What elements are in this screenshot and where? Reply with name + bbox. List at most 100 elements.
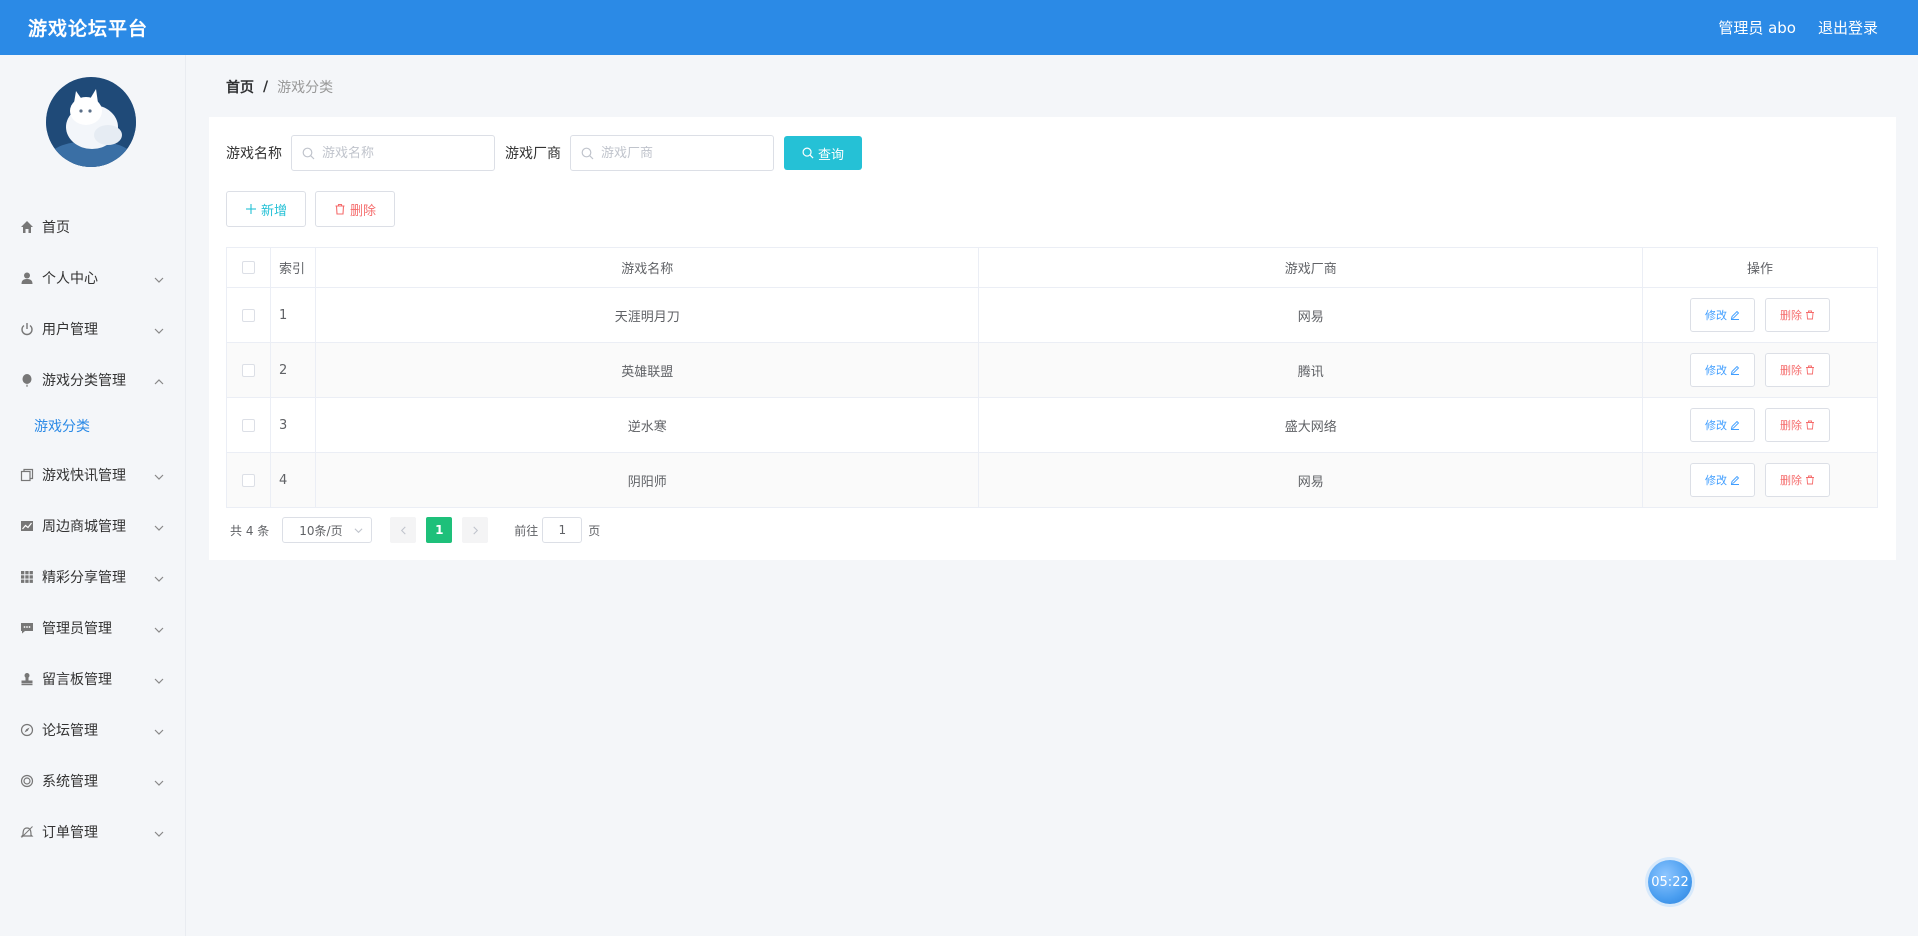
row-operations: 修改 删除: [1642, 397, 1878, 453]
query-button[interactable]: 查询: [784, 136, 862, 170]
row-operations: 修改 删除: [1642, 342, 1878, 398]
sidebar-item-game-news[interactable]: 游戏快讯管理: [0, 449, 186, 500]
game-name-input[interactable]: [322, 145, 482, 161]
game-vendor-label: 游戏厂商: [505, 146, 561, 162]
row-checkbox[interactable]: [241, 473, 255, 487]
batch-delete-button[interactable]: 删除: [315, 191, 395, 227]
header-right: 管理员 abo 退出登录: [1718, 17, 1878, 38]
table-row: 3 逆水寒 盛大网络 修改 删除: [226, 397, 1878, 453]
header-checkbox-cell: [226, 247, 271, 288]
row-checkbox[interactable]: [241, 308, 255, 322]
breadcrumb-home[interactable]: 首页: [226, 77, 254, 97]
row-game-name: 天涯明月刀: [315, 287, 980, 343]
edit-button[interactable]: 修改: [1690, 353, 1756, 387]
chevron-down-icon: [154, 827, 164, 837]
trash-icon: [335, 203, 345, 215]
edit-icon: [1730, 310, 1740, 320]
content-card: 游戏名称 游戏厂商 查询 新增 删除: [209, 117, 1896, 560]
sidebar-item-highlights[interactable]: 精彩分享管理: [0, 551, 186, 602]
chevron-left-icon: [400, 526, 406, 534]
sidebar-item-users[interactable]: 用户管理: [0, 303, 186, 354]
power-icon: [20, 322, 34, 336]
row-game-name: 英雄联盟: [315, 342, 980, 398]
chevron-down-icon: [354, 527, 363, 533]
row-game-vendor: 腾讯: [978, 342, 1644, 398]
sidebar-item-home[interactable]: 首页: [0, 201, 186, 252]
table-row: 2 英雄联盟 腾讯 修改 删除: [226, 342, 1878, 398]
chevron-right-icon: [473, 526, 478, 534]
trash-icon: [1806, 365, 1815, 375]
app-logo-title: 游戏论坛平台: [28, 18, 149, 40]
chevron-down-icon: [154, 776, 164, 786]
sidebar-item-label: 精彩分享管理: [42, 569, 126, 586]
game-vendor-input[interactable]: [601, 145, 761, 161]
sidebar-item-label: 订单管理: [42, 824, 98, 841]
sidebar-item-message-board[interactable]: 留言板管理: [0, 653, 186, 704]
stamp-icon: [20, 672, 34, 686]
goto-page-input[interactable]: [542, 517, 583, 543]
query-button-label: 查询: [817, 146, 844, 162]
sidebar-item-game-category[interactable]: 游戏分类管理: [0, 354, 186, 405]
add-button[interactable]: 新增: [226, 191, 306, 227]
sidebar: 首页 个人中心 用户管理 游戏分类管理 游戏分类 游戏快讯管理 周边商城管理 精…: [0, 55, 186, 936]
sidebar-item-label: 管理员管理: [42, 620, 112, 637]
header-game-name: 游戏名称: [315, 247, 980, 288]
sidebar-item-orders[interactable]: 订单管理: [0, 806, 186, 857]
sidebar-item-profile[interactable]: 个人中心: [0, 252, 186, 303]
edit-button-label: 修改: [1705, 420, 1728, 432]
sidebar-item-merch-shop[interactable]: 周边商城管理: [0, 500, 186, 551]
row-checkbox-cell: [226, 342, 271, 398]
chevron-down-icon: [154, 674, 164, 684]
action-toolbar: 新增 删除: [226, 191, 395, 227]
search-icon: [581, 147, 594, 160]
sidebar-item-label: 留言板管理: [42, 671, 112, 688]
game-vendor-field[interactable]: [570, 135, 774, 171]
search-icon: [802, 147, 814, 159]
game-name-field[interactable]: [291, 135, 495, 171]
row-checkbox[interactable]: [241, 363, 255, 377]
trash-icon: [1806, 420, 1815, 430]
sidebar-item-label: 游戏快讯管理: [42, 467, 126, 484]
row-index: 3: [270, 397, 316, 453]
sidebar-item-admins[interactable]: 管理员管理: [0, 602, 186, 653]
next-page-button[interactable]: [462, 517, 489, 543]
pagination-total: 共 4 条: [230, 523, 270, 538]
row-checkbox[interactable]: [241, 418, 255, 432]
edit-button[interactable]: 修改: [1690, 463, 1756, 497]
sidebar-item-label: 首页: [42, 219, 70, 236]
search-icon: [302, 147, 315, 160]
compass-icon: [20, 723, 34, 737]
select-all-checkbox[interactable]: [241, 261, 255, 274]
edit-button[interactable]: 修改: [1690, 298, 1756, 332]
header-index: 索引: [270, 247, 316, 288]
row-game-name: 阴阳师: [315, 452, 980, 508]
delete-button[interactable]: 删除: [1765, 463, 1831, 497]
delete-button[interactable]: 删除: [1765, 408, 1831, 442]
sidebar-subitem-game-category[interactable]: 游戏分类: [0, 405, 186, 449]
delete-button[interactable]: 删除: [1765, 353, 1831, 387]
edit-button[interactable]: 修改: [1690, 408, 1756, 442]
sidebar-menu: 首页 个人中心 用户管理 游戏分类管理 游戏分类 游戏快讯管理 周边商城管理 精…: [0, 201, 186, 857]
sidebar-item-forum[interactable]: 论坛管理: [0, 704, 186, 755]
main-content: 首页 / 游戏分类 游戏名称 游戏厂商 查询 新增: [187, 55, 1918, 936]
admin-user-label[interactable]: 管理员 abo: [1718, 17, 1796, 38]
sidebar-item-label: 论坛管理: [42, 722, 98, 739]
sidebar-item-system[interactable]: 系统管理: [0, 755, 186, 806]
row-operations: 修改 删除: [1642, 287, 1878, 343]
prev-page-button[interactable]: [390, 517, 417, 543]
delete-button[interactable]: 删除: [1765, 298, 1831, 332]
chevron-down-icon: [154, 470, 164, 480]
page-size-select[interactable]: 10条/页: [282, 517, 373, 543]
sidebar-item-label: 用户管理: [42, 321, 98, 338]
sidebar-item-label: 系统管理: [42, 773, 98, 790]
trash-icon: [1806, 475, 1815, 485]
edit-button-label: 修改: [1705, 310, 1728, 322]
plus-icon: [245, 204, 256, 214]
logout-link[interactable]: 退出登录: [1818, 17, 1878, 38]
page-number-button[interactable]: 1: [426, 517, 453, 543]
game-category-table: 索引 游戏名称 游戏厂商 操作 1 天涯明月刀 网易 修改 删除 2 英雄联盟 …: [226, 247, 1878, 508]
goto-suffix: 页: [588, 523, 601, 538]
bell-icon: [20, 825, 34, 839]
delete-button-label: 删除: [1780, 420, 1803, 432]
goto-label: 前往: [514, 523, 539, 538]
